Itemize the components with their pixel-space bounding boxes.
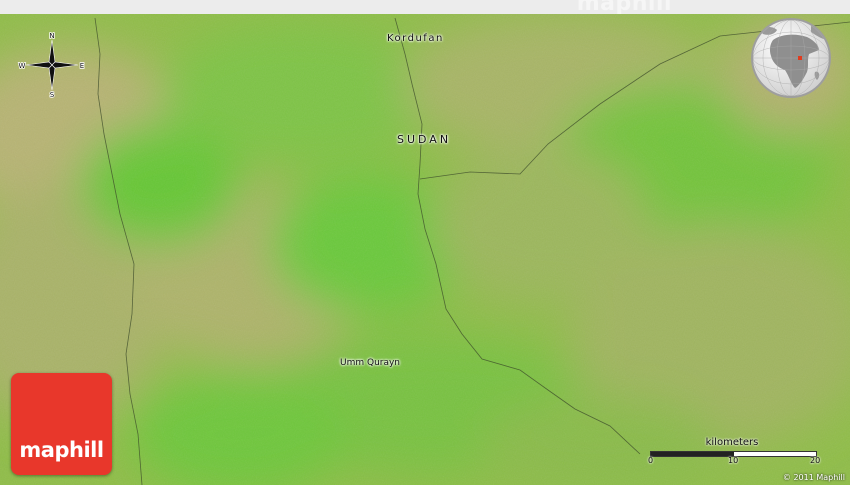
scale-segment: [651, 452, 734, 456]
compass-n: N: [49, 32, 54, 40]
region-label: Kordufan: [387, 33, 444, 44]
scale-tick-10: 10: [728, 456, 739, 465]
compass-rose-icon: N S W E: [18, 32, 85, 98]
town-label: Umm Qurayn: [340, 358, 401, 368]
scale-tick-20: 20: [810, 456, 821, 465]
logo-text: maphill: [19, 438, 104, 462]
compass-e: E: [80, 62, 84, 70]
top-bar: maphill: [0, 0, 850, 16]
map-view[interactable]: maphill Kordufan SUDAN Umm Qurayn N S W …: [0, 0, 850, 485]
location-marker: [798, 56, 802, 60]
maphill-logo[interactable]: maphill: [11, 373, 112, 475]
satellite-terrain[interactable]: [0, 14, 850, 485]
scale-title: kilometers: [705, 437, 759, 448]
scale-tick-0: 0: [648, 456, 654, 465]
copyright-text: © 2011 Maphill: [782, 473, 845, 482]
globe-locator-icon: [751, 18, 831, 98]
compass-w: W: [19, 62, 26, 70]
scale-bar: kilometers 0 10 20: [640, 436, 830, 470]
country-label: SUDAN: [397, 133, 452, 146]
compass-s: S: [50, 91, 55, 98]
